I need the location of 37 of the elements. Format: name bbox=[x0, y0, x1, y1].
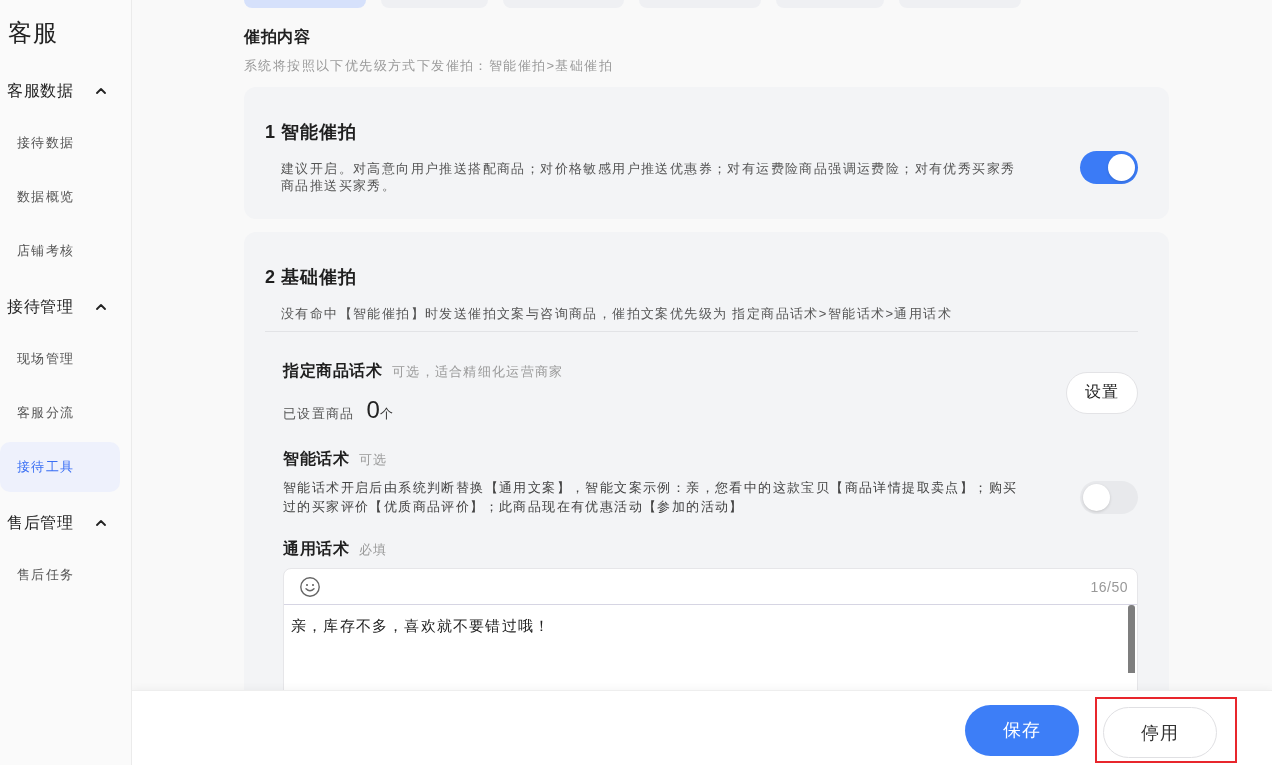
menu-group-header[interactable]: 客服数据 bbox=[0, 66, 118, 116]
option-title: 通用话术 bbox=[283, 539, 349, 559]
tab[interactable] bbox=[244, 0, 366, 8]
menu-item[interactable]: 数据概览 bbox=[0, 172, 120, 222]
card-title: 1 智能催拍 bbox=[265, 121, 357, 144]
card-title: 2 基础催拍 bbox=[265, 266, 357, 289]
option-note: 可选 bbox=[359, 451, 388, 469]
option-note: 可选，适合精细化运营商家 bbox=[392, 363, 564, 381]
menu-item[interactable]: 客服分流 bbox=[0, 388, 120, 438]
character-counter: 16/50 bbox=[1090, 578, 1128, 595]
option-title: 指定商品话术 bbox=[283, 361, 382, 381]
option-description: 智能话术开启后由系统判断替换【通用文案】，智能文案示例：亲，您看中的这款宝贝【商品详情提取卖点】；购买过的买家评价【优质商品评价】；此商品现在有优惠活动【参加的活动】 bbox=[283, 479, 1019, 516]
option-title: 智能话术 bbox=[283, 449, 349, 469]
menu-item[interactable]: 店铺考核 bbox=[0, 226, 120, 276]
toggle-switch[interactable] bbox=[1080, 480, 1138, 514]
option-note: 必填 bbox=[359, 541, 388, 559]
product-count: 0 bbox=[366, 395, 380, 425]
menu-item[interactable]: 售后任务 bbox=[0, 550, 120, 600]
card-description: 没有命中【智能催拍】时发送催拍文案与咨询商品，催拍文案优先级为 指定商品话术>智能话术>通用话术 bbox=[281, 305, 952, 323]
card-description: 建议开启。对高意向用户推送搭配商品；对价格敏感用户推送优惠券；对有运费险商品强调运费险；对有优秀买家秀商品推送买家秀。 bbox=[281, 160, 1017, 194]
scrollbar-thumb[interactable] bbox=[1128, 605, 1135, 673]
sidebar-title: 客服 bbox=[7, 18, 58, 48]
count-label: 已设置商品 bbox=[283, 405, 355, 423]
smiley-icon[interactable] bbox=[300, 576, 320, 597]
menu-item[interactable]: 现场管理 bbox=[0, 334, 120, 384]
settings-button[interactable]: 设置 bbox=[1066, 371, 1138, 414]
section-subtitle: 系统将按照以下优先级方式下发催拍：智能催拍>基础催拍 bbox=[244, 57, 613, 75]
save-button[interactable]: 保存 bbox=[965, 704, 1079, 756]
menu-group-header[interactable]: 售后管理 bbox=[0, 498, 118, 548]
count-unit: 个 bbox=[379, 406, 393, 423]
menu-item[interactable]: 接待工具 bbox=[0, 442, 120, 492]
menu-group-header[interactable]: 接待管理 bbox=[0, 282, 118, 332]
toggle-switch[interactable] bbox=[1080, 151, 1138, 184]
section-title: 催拍内容 bbox=[244, 27, 311, 47]
message-input[interactable]: 亲，库存不多，喜欢就不要错过哦！ bbox=[284, 605, 1128, 673]
menu-item[interactable]: 接待数据 bbox=[0, 118, 120, 168]
disable-button[interactable]: 停用 bbox=[1103, 707, 1217, 758]
